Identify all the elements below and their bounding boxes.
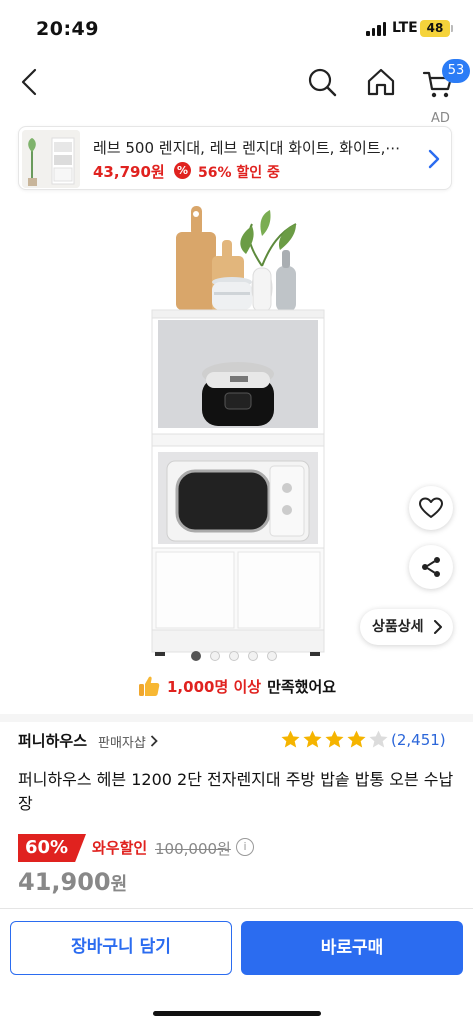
original-price: 100,000원 xyxy=(155,840,231,858)
star-empty-icon xyxy=(369,730,388,748)
info-icon[interactable]: i xyxy=(236,838,254,856)
carousel-dot[interactable] xyxy=(267,651,277,661)
share-icon xyxy=(422,557,440,577)
final-price-unit: 원 xyxy=(110,874,128,895)
carousel-indicator xyxy=(191,651,277,661)
satisfaction-banner: 1,000명 이상 만족했어요 xyxy=(137,673,336,699)
section-divider xyxy=(0,714,473,722)
ad-discount: 56% 할인 중 xyxy=(198,165,280,181)
ad-banner[interactable]: 레브 500 렌지대, 레브 렌지대 화이트, 화이트,⋯ 43,790원 % … xyxy=(18,126,452,190)
network-label: LTE xyxy=(392,20,418,36)
seller-rating-row: 퍼니하우스 판매자샵 (2,451) xyxy=(18,728,458,752)
discount-percent: 60% xyxy=(18,834,86,862)
buy-now-button[interactable]: 바로구매 xyxy=(241,921,463,975)
bottom-action-bar: 장바구니 담기 바로구매 xyxy=(0,908,473,1024)
star-filled-icon xyxy=(325,730,344,748)
star-filled-icon xyxy=(303,730,322,748)
product-name: 퍼니하우스 헤븐 1200 2단 전자렌지대 주방 밥솥 밥통 오븐 수납장 xyxy=(18,770,454,813)
final-price: 41,900원 xyxy=(18,868,127,896)
cart-count-badge: 53 xyxy=(442,59,470,83)
carousel-dot[interactable] xyxy=(191,651,201,661)
seller-shop-link[interactable]: 판매자샵 xyxy=(98,732,158,751)
signal-icon xyxy=(366,22,386,36)
carousel-dot[interactable] xyxy=(248,651,258,661)
satisfaction-text: 만족했어요 xyxy=(267,677,337,696)
search-icon[interactable] xyxy=(306,66,338,98)
home-icon[interactable] xyxy=(365,66,397,98)
ad-tag: AD xyxy=(431,111,450,126)
heart-icon xyxy=(419,497,443,518)
ad-price: 43,790원 xyxy=(93,163,165,181)
battery-tip xyxy=(451,25,453,32)
top-nav: 53 xyxy=(0,58,473,110)
back-arrow-icon[interactable] xyxy=(14,66,46,98)
chevron-right-icon xyxy=(428,149,440,169)
wishlist-button[interactable] xyxy=(409,486,453,530)
product-detail-button[interactable]: 상품상세 xyxy=(360,609,453,645)
final-price-amount: 41,900 xyxy=(18,868,111,896)
share-button[interactable] xyxy=(409,545,453,589)
status-bar: 20:49 LTE 48 xyxy=(0,0,473,58)
ad-thumbnail xyxy=(22,130,80,188)
product-image[interactable] xyxy=(0,196,473,658)
satisfaction-count: 1,000명 이상 xyxy=(167,677,262,696)
star-filled-icon xyxy=(281,730,300,748)
star-filled-icon xyxy=(347,730,366,748)
carousel-dot[interactable] xyxy=(210,651,220,661)
rating-stars[interactable] xyxy=(280,729,389,749)
home-indicator xyxy=(153,1011,321,1016)
discount-icon: % xyxy=(174,162,191,179)
detail-label: 상품상세 xyxy=(372,619,424,635)
chevron-right-icon xyxy=(150,735,158,747)
status-time: 20:49 xyxy=(36,18,99,40)
seller-shop-label: 판매자샵 xyxy=(98,736,146,751)
thumbs-up-icon xyxy=(139,676,160,696)
seller-name[interactable]: 퍼니하우스 xyxy=(18,730,87,751)
wow-discount-label: 와우할인 xyxy=(92,839,148,857)
carousel-dot[interactable] xyxy=(229,651,239,661)
ad-title: 레브 500 렌지대, 레브 렌지대 화이트, 화이트,⋯ xyxy=(93,139,401,157)
chevron-right-icon xyxy=(434,620,442,634)
battery-icon: 48 xyxy=(420,20,450,37)
review-count[interactable]: (2,451) xyxy=(391,731,446,749)
add-to-cart-button[interactable]: 장바구니 담기 xyxy=(10,921,232,975)
